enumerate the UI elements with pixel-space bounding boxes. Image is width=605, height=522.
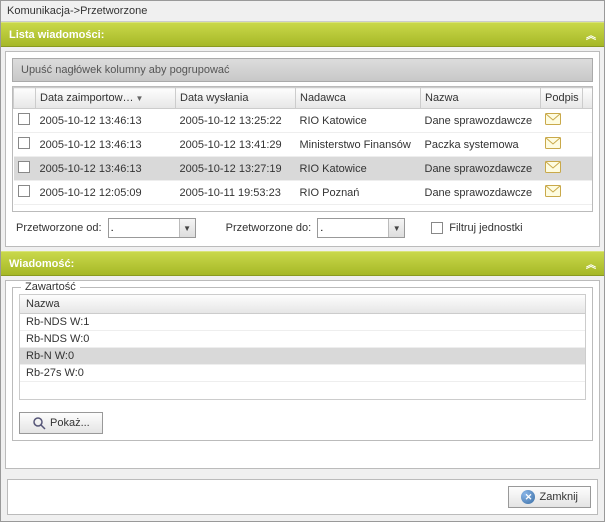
cell-sender: RIO Katowice — [296, 109, 421, 133]
filter-row: Przetworzone od: ▼ Przetworzone do: ▼ Fi… — [12, 212, 593, 240]
cell-sent: 2005-10-12 13:27:19 — [176, 157, 296, 181]
cell-name: Paczka systemowa — [421, 133, 541, 157]
filter-from-dropdown[interactable]: ▼ — [179, 219, 195, 237]
filter-units-checkbox[interactable] — [431, 222, 443, 234]
content-legend: Zawartość — [21, 281, 80, 293]
list-item[interactable]: Rb-NDS W:0 — [20, 331, 585, 348]
envelope-icon — [545, 161, 561, 173]
col-name[interactable]: Nazwa — [421, 88, 541, 109]
cell-sent: 2005-10-11 19:53:23 — [176, 181, 296, 205]
magnifier-icon — [32, 416, 46, 430]
envelope-icon — [545, 113, 561, 125]
show-button-label: Pokaż... — [50, 417, 90, 429]
col-sender[interactable]: Nadawca — [296, 88, 421, 109]
cell-signature — [541, 133, 583, 157]
envelope-icon — [545, 185, 561, 197]
cell-sender: Ministerstwo Finansów — [296, 133, 421, 157]
cell-name: Dane sprawozdawcze — [421, 157, 541, 181]
content-list[interactable]: Rb-NDS W:1Rb-NDS W:0Rb-N W:0Rb-27s W:0 — [19, 314, 586, 400]
col-checkbox[interactable] — [14, 88, 36, 109]
filter-units-label: Filtruj jednostki — [449, 222, 522, 234]
message-panel: Zawartość Nazwa Rb-NDS W:1Rb-NDS W:0Rb-N… — [5, 280, 600, 469]
collapse-icon: ︽ — [586, 27, 596, 42]
row-checkbox[interactable] — [18, 161, 30, 173]
show-button[interactable]: Pokaż... — [19, 412, 103, 434]
message-section-title: Wiadomość: — [9, 258, 74, 270]
filter-from-input[interactable]: ▼ — [108, 218, 196, 238]
filter-to-field[interactable] — [318, 219, 388, 237]
col-sent[interactable]: Data wysłania — [176, 88, 296, 109]
message-section-header[interactable]: Wiadomość: ︽ — [1, 251, 604, 276]
close-button[interactable]: ✕ Zamknij — [508, 486, 591, 508]
row-checkbox[interactable] — [18, 137, 30, 149]
close-icon: ✕ — [521, 490, 535, 504]
list-item[interactable]: Rb-N W:0 — [20, 348, 585, 365]
table-row[interactable]: 2005-10-12 13:46:132005-10-12 13:41:29Mi… — [14, 133, 593, 157]
content-fieldset: Zawartość Nazwa Rb-NDS W:1Rb-NDS W:0Rb-N… — [12, 287, 593, 441]
message-table: Data zaimportow…▼ Data wysłania Nadawca … — [12, 86, 593, 212]
list-item[interactable]: Rb-NDS W:1 — [20, 314, 585, 331]
close-button-label: Zamknij — [539, 491, 578, 503]
cell-name: Dane sprawozdawcze — [421, 181, 541, 205]
table-row[interactable]: 2005-10-12 13:46:132005-10-12 13:27:19RI… — [14, 157, 593, 181]
collapse-icon: ︽ — [586, 256, 596, 271]
col-imported-label: Data zaimportow… — [40, 92, 134, 104]
filter-from-field[interactable] — [109, 219, 179, 237]
table-row[interactable]: 2005-10-12 12:05:092005-10-11 19:53:23RI… — [14, 181, 593, 205]
cell-imported: 2005-10-12 13:46:13 — [36, 109, 176, 133]
filter-to-label: Przetworzone do: — [226, 222, 312, 234]
cell-imported: 2005-10-12 13:46:13 — [36, 133, 176, 157]
row-checkbox[interactable] — [18, 185, 30, 197]
envelope-icon — [545, 137, 561, 149]
row-checkbox[interactable] — [18, 113, 30, 125]
list-item[interactable]: Rb-27s W:0 — [20, 365, 585, 382]
col-signature[interactable]: Podpis — [541, 88, 583, 109]
content-col-name[interactable]: Nazwa — [19, 294, 586, 314]
sort-desc-icon: ▼ — [136, 94, 144, 103]
cell-imported: 2005-10-12 12:05:09 — [36, 181, 176, 205]
filter-to-dropdown[interactable]: ▼ — [388, 219, 404, 237]
cell-sender: RIO Poznań — [296, 181, 421, 205]
list-panel: Upuść nagłówek kolumny aby pogrupować Da… — [5, 51, 600, 247]
list-section-header[interactable]: Lista wiadomości: ︽ — [1, 22, 604, 47]
cell-sender: RIO Katowice — [296, 157, 421, 181]
cell-signature — [541, 157, 583, 181]
footer-bar: ✕ Zamknij — [7, 479, 598, 515]
cell-signature — [541, 181, 583, 205]
filter-to-input[interactable]: ▼ — [317, 218, 405, 238]
filter-from-label: Przetworzone od: — [16, 222, 102, 234]
breadcrumb: Komunikacja->Przetworzone — [1, 1, 604, 22]
col-imported[interactable]: Data zaimportow…▼ — [36, 88, 176, 109]
list-section-title: Lista wiadomości: — [9, 29, 104, 41]
cell-sent: 2005-10-12 13:41:29 — [176, 133, 296, 157]
cell-signature — [541, 109, 583, 133]
cell-sent: 2005-10-12 13:25:22 — [176, 109, 296, 133]
col-extra[interactable] — [583, 88, 593, 109]
cell-imported: 2005-10-12 13:46:13 — [36, 157, 176, 181]
group-by-bar[interactable]: Upuść nagłówek kolumny aby pogrupować — [12, 58, 593, 82]
cell-name: Dane sprawozdawcze — [421, 109, 541, 133]
table-row[interactable]: 2005-10-12 13:46:132005-10-12 13:25:22RI… — [14, 109, 593, 133]
